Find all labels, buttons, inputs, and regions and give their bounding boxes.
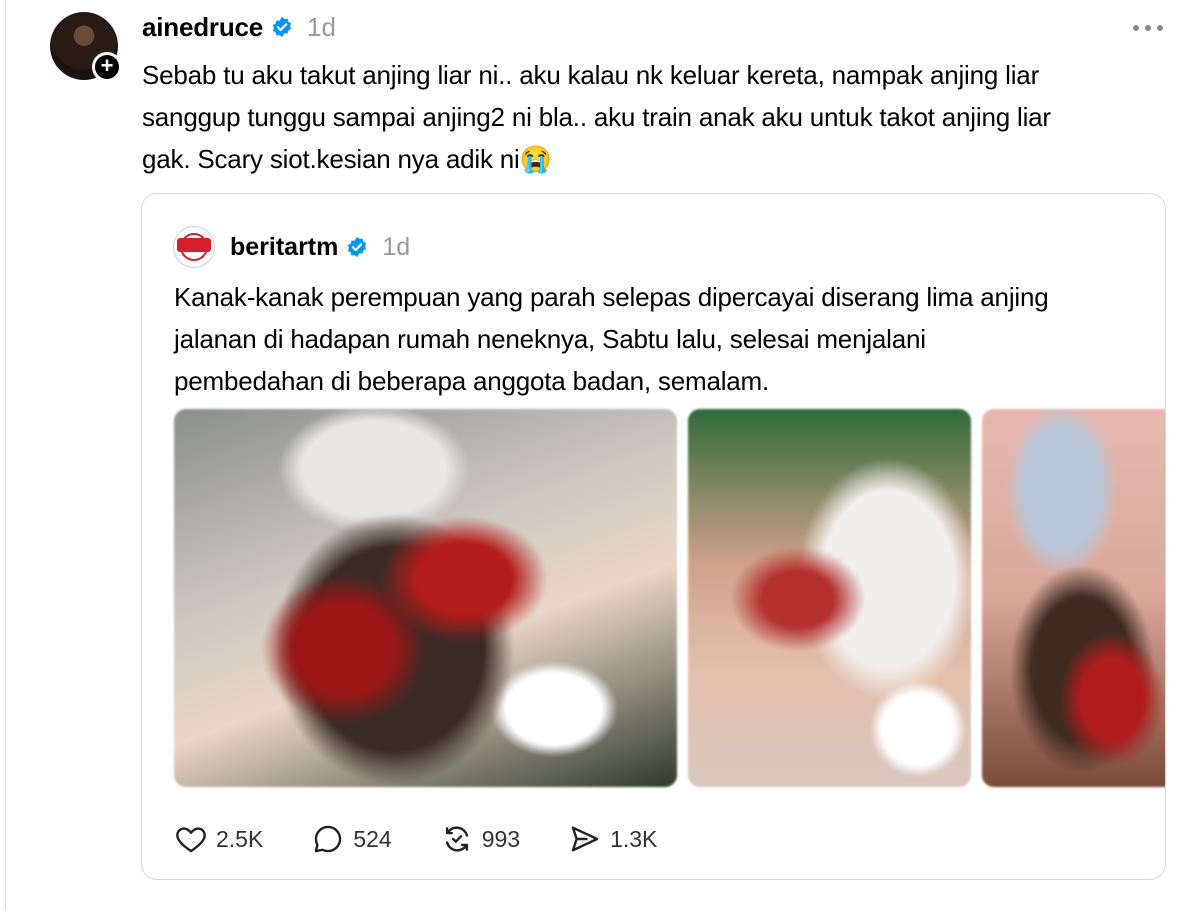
more-icon bbox=[1133, 25, 1139, 31]
verified-badge-icon bbox=[348, 236, 367, 258]
quoted-author-avatar[interactable] bbox=[173, 226, 215, 268]
quoted-author-username[interactable]: beritartm bbox=[230, 233, 338, 262]
share-icon bbox=[571, 826, 599, 852]
reply-button[interactable]: 524 bbox=[311, 822, 392, 856]
more-icon-dot bbox=[1157, 25, 1163, 31]
logo-band bbox=[177, 238, 211, 252]
media-image-2[interactable] bbox=[688, 409, 971, 787]
follow-plus-icon[interactable]: + bbox=[92, 52, 122, 82]
author-username[interactable]: ainedruce bbox=[142, 12, 263, 43]
post-header: ainedruce 1d bbox=[142, 10, 336, 44]
reply-count: 524 bbox=[353, 825, 392, 852]
post-text: Sebab tu aku takut anjing liar ni.. aku … bbox=[142, 60, 1051, 174]
more-options-button[interactable] bbox=[1128, 18, 1168, 38]
more-icon-dot bbox=[1145, 25, 1151, 31]
reply-icon bbox=[315, 825, 342, 853]
quoted-post-text: Kanak-kanak perempuan yang parah selepas… bbox=[174, 282, 1049, 396]
media-image-3[interactable] bbox=[982, 409, 1165, 787]
quoted-post-header: beritartm 1d bbox=[230, 231, 410, 263]
author-avatar[interactable]: + bbox=[50, 12, 122, 82]
post-time[interactable]: 1d bbox=[307, 12, 336, 43]
media-carousel[interactable] bbox=[174, 409, 1165, 787]
quoted-post-card[interactable]: beritartm 1d Kanak-kanak perempuan yang … bbox=[141, 193, 1166, 880]
verified-badge-icon bbox=[272, 16, 292, 38]
action-bar: 2.5K 524 993 1.3K bbox=[174, 819, 705, 859]
like-button[interactable]: 2.5K bbox=[174, 822, 263, 856]
left-divider bbox=[5, 0, 6, 910]
repost-count: 993 bbox=[481, 825, 521, 852]
heart-icon bbox=[176, 827, 206, 853]
media-image-1[interactable] bbox=[174, 409, 677, 787]
share-button[interactable]: 1.3K bbox=[568, 822, 657, 856]
repost-button[interactable]: 993 bbox=[440, 822, 520, 856]
share-count: 1.3K bbox=[610, 825, 658, 852]
repost-icon bbox=[445, 826, 468, 852]
quoted-post-time[interactable]: 1d bbox=[382, 233, 410, 262]
like-count: 2.5K bbox=[216, 825, 264, 852]
